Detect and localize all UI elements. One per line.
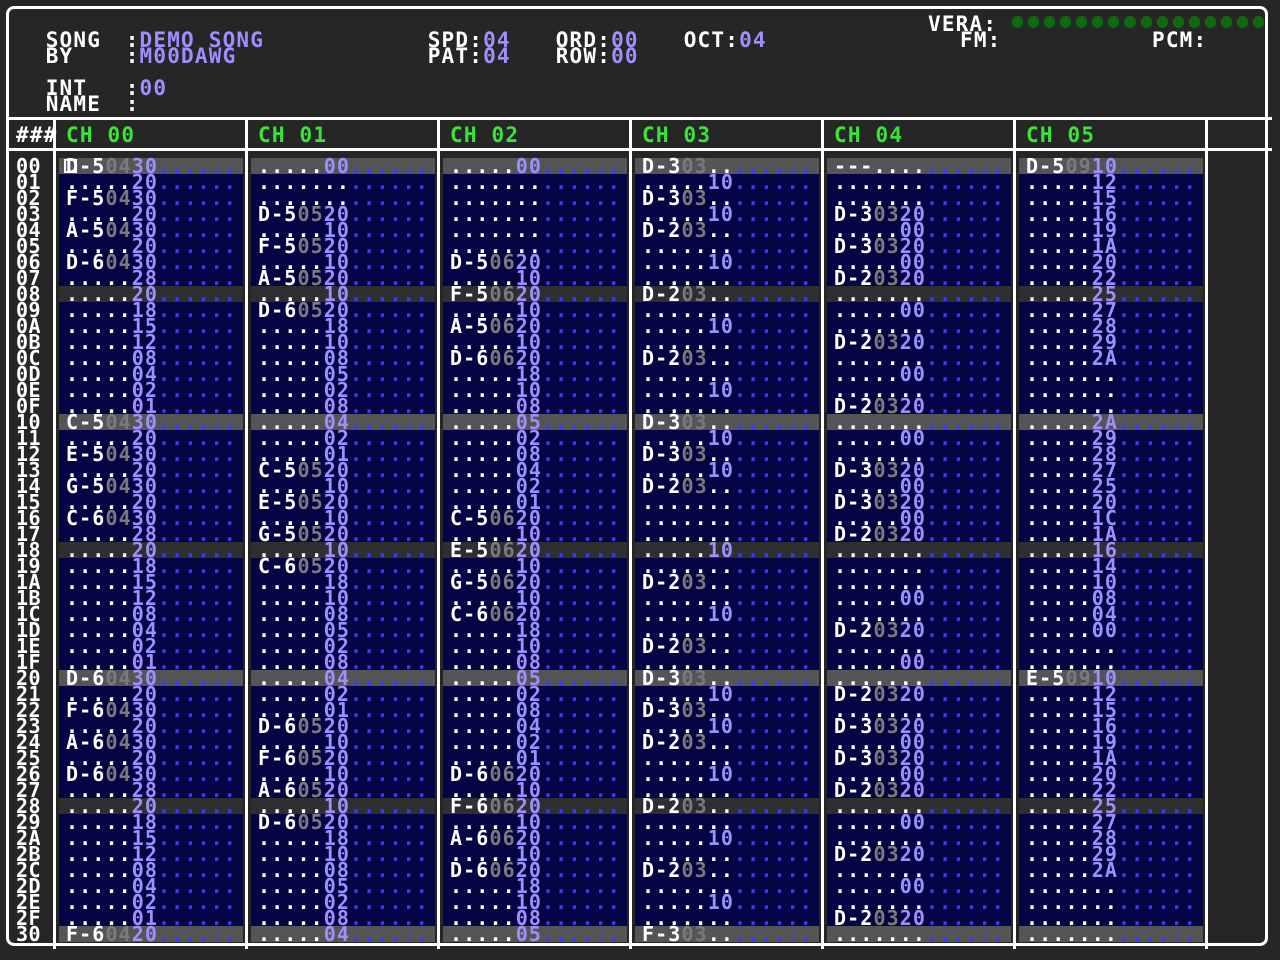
pcm-label: PCM: — [1152, 28, 1208, 52]
channel-header-divider — [8, 148, 1272, 151]
vera-meter-segment — [1252, 16, 1264, 28]
row-number-header: ### — [16, 123, 58, 147]
row-field[interactable]: ROW:00 — [528, 32, 639, 67]
vera-meter-segment — [1092, 16, 1104, 28]
octave-field[interactable]: OCT:04 — [656, 16, 767, 51]
pattern-cell[interactable]: ............. — [1026, 924, 1197, 944]
vera-meter-segment — [1012, 16, 1024, 28]
channel-divider — [629, 119, 632, 949]
by-label-wrap: BY — [18, 32, 73, 67]
channel-divider — [1013, 119, 1016, 949]
channel-divider — [1205, 119, 1208, 949]
pattern-cell[interactable]: .....04...... — [258, 924, 429, 944]
channel-divider — [245, 119, 248, 949]
pattern-cell[interactable]: ............. — [834, 924, 1005, 944]
channel-divider — [437, 119, 440, 949]
vera-meter-segment — [1124, 16, 1136, 28]
channel-divider — [821, 119, 824, 949]
pattern-cell[interactable]: F-303........ — [642, 924, 813, 944]
vera-meter-segment — [1060, 16, 1072, 28]
channel-header-0[interactable]: CH 00 — [66, 124, 135, 146]
pattern-field[interactable]: PAT:04 — [400, 32, 511, 67]
vera-meter-segment — [1156, 16, 1168, 28]
int-value: 00 — [139, 76, 168, 100]
vera-meter-segment — [1236, 16, 1248, 28]
oct-value: 04 — [739, 28, 767, 52]
pattern-cell[interactable]: .....05...... — [450, 924, 621, 944]
channel-header-1[interactable]: CH 01 — [258, 124, 327, 146]
pat-value: 04 — [483, 44, 511, 68]
oct-label: OCT: — [683, 28, 740, 52]
name-label-wrap: NAME — [18, 80, 101, 115]
channel-header-4[interactable]: CH 04 — [834, 124, 903, 146]
header-divider — [8, 117, 1272, 120]
vera-meter-segment — [1204, 16, 1216, 28]
vera-meter-segment — [1044, 16, 1056, 28]
by-field: :M00DAWG — [98, 32, 236, 67]
name-label: NAME — [45, 92, 102, 116]
vera-meter-segment — [1172, 16, 1184, 28]
vera-meter-segment — [1076, 16, 1088, 28]
vera-meter-segment — [1188, 16, 1200, 28]
row-number[interactable]: 30 — [16, 924, 52, 944]
row-value: 00 — [611, 44, 639, 68]
row-label: ROW: — [555, 44, 612, 68]
vera-meter — [1012, 16, 1264, 28]
name-colon: : — [125, 92, 140, 116]
pat-label: PAT: — [427, 44, 484, 68]
instrument-name-field[interactable]: : — [98, 80, 140, 115]
channel-header-5[interactable]: CH 05 — [1026, 124, 1095, 146]
edit-cursor — [64, 159, 77, 173]
channel-divider — [53, 119, 56, 949]
vera-meter-segment — [1028, 16, 1040, 28]
fm-label: FM: — [960, 28, 1002, 52]
pattern-cell[interactable]: F-60420...... — [66, 924, 237, 944]
vera-meter-segment — [1220, 16, 1232, 28]
vera-meter-segment — [1108, 16, 1120, 28]
channel-header-3[interactable]: CH 03 — [642, 124, 711, 146]
vera-meter-segment — [1140, 16, 1152, 28]
channel-header-2[interactable]: CH 02 — [450, 124, 519, 146]
